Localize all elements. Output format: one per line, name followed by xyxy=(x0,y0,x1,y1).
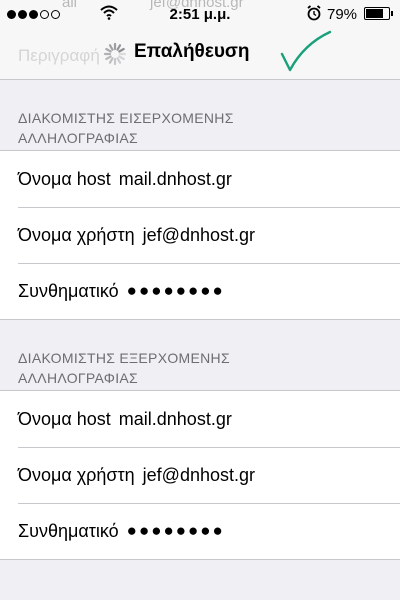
spinner-spoke xyxy=(108,57,114,64)
header-line: ΑΛΛΗΛΟΓΡΑΦΙΑΣ xyxy=(18,130,138,146)
outgoing-host-row[interactable]: Όνομα host mail.dnhost.gr xyxy=(0,391,400,447)
battery-icon xyxy=(364,7,390,20)
battery-nub xyxy=(391,11,393,16)
header-line: ΑΛΛΗΛΟΓΡΑΦΙΑΣ xyxy=(18,370,138,386)
outgoing-server-section: ΔΙΑΚΟΜΙΣΤΗΣ ΕΞΕΡΧΟΜΕΝΗΣ ΑΛΛΗΛΟΓΡΑΦΙΑΣ Όν… xyxy=(0,320,400,560)
incoming-server-group: Όνομα host mail.dnhost.gr Όνομα χρήστη j… xyxy=(0,150,400,320)
spinner-spoke xyxy=(116,44,122,51)
spinner-spoke xyxy=(105,47,112,53)
row-label: Όνομα host xyxy=(18,168,111,189)
incoming-username-field[interactable]: jef@dnhost.gr xyxy=(143,225,255,246)
section-header-outgoing: ΔΙΑΚΟΜΙΣΤΗΣ ΕΞΕΡΧΟΜΕΝΗΣ ΑΛΛΗΛΟΓΡΑΦΙΑΣ xyxy=(0,320,400,390)
spinner-spoke xyxy=(118,47,125,53)
ghost-description-label: Περιγραφή xyxy=(18,46,100,65)
header-line: ΔΙΑΚΟΜΙΣΤΗΣ ΕΞΕΡΧΟΜΕΝΗΣ xyxy=(18,350,230,366)
activity-spinner-icon xyxy=(103,42,127,66)
battery-fill xyxy=(366,9,384,18)
checkmark-icon xyxy=(280,30,332,72)
row-label: Όνομα host xyxy=(18,408,111,429)
incoming-username-row[interactable]: Όνομα χρήστη jef@dnhost.gr xyxy=(0,207,400,263)
incoming-host-field[interactable]: mail.dnhost.gr xyxy=(119,169,232,190)
spinner-spoke xyxy=(116,57,122,64)
section-header-incoming: ΔΙΑΚΟΜΙΣΤΗΣ ΕΙΣΕΡΧΟΜΕΝΗΣ ΑΛΛΗΛΟΓΡΑΦΙΑΣ xyxy=(0,80,400,150)
outgoing-host-field[interactable]: mail.dnhost.gr xyxy=(119,409,232,430)
spinner-spoke xyxy=(118,55,125,61)
status-bar: ail jef@dnhost.gr 2:51 μ.μ. 79% xyxy=(0,0,400,30)
row-label: Συνθηματικό xyxy=(18,520,119,541)
alarm-clock-icon xyxy=(307,5,321,21)
outgoing-username-row[interactable]: Όνομα χρήστη jef@dnhost.gr xyxy=(0,447,400,503)
incoming-password-field[interactable]: ●●●●●●●● xyxy=(127,281,225,301)
nav-bar: Περιγραφή Επαλήθευση xyxy=(0,30,400,80)
row-label: Όνομα χρήστη xyxy=(18,224,135,245)
incoming-server-section: ΔΙΑΚΟΜΙΣΤΗΣ ΕΙΣΕΡΧΟΜΕΝΗΣ ΑΛΛΗΛΟΓΡΑΦΙΑΣ Ό… xyxy=(0,80,400,320)
outgoing-server-group: Όνομα host mail.dnhost.gr Όνομα χρήστη j… xyxy=(0,390,400,560)
page-title: Επαλήθευση xyxy=(134,41,250,62)
row-label: Συνθηματικό xyxy=(18,280,119,301)
outgoing-username-field[interactable]: jef@dnhost.gr xyxy=(143,465,255,486)
spinner-spoke xyxy=(108,44,114,51)
row-label: Όνομα χρήστη xyxy=(18,464,135,485)
battery-percent: 79% xyxy=(327,6,358,23)
header-line: ΔΙΑΚΟΜΙΣΤΗΣ ΕΙΣΕΡΧΟΜΕΝΗΣ xyxy=(18,110,234,126)
incoming-host-row[interactable]: Όνομα host mail.dnhost.gr xyxy=(0,151,400,207)
outgoing-password-row[interactable]: Συνθηματικό ●●●●●●●● xyxy=(0,503,400,559)
outgoing-password-field[interactable]: ●●●●●●●● xyxy=(127,521,225,541)
spinner-spoke xyxy=(105,55,112,61)
incoming-password-row[interactable]: Συνθηματικό ●●●●●●●● xyxy=(0,263,400,319)
